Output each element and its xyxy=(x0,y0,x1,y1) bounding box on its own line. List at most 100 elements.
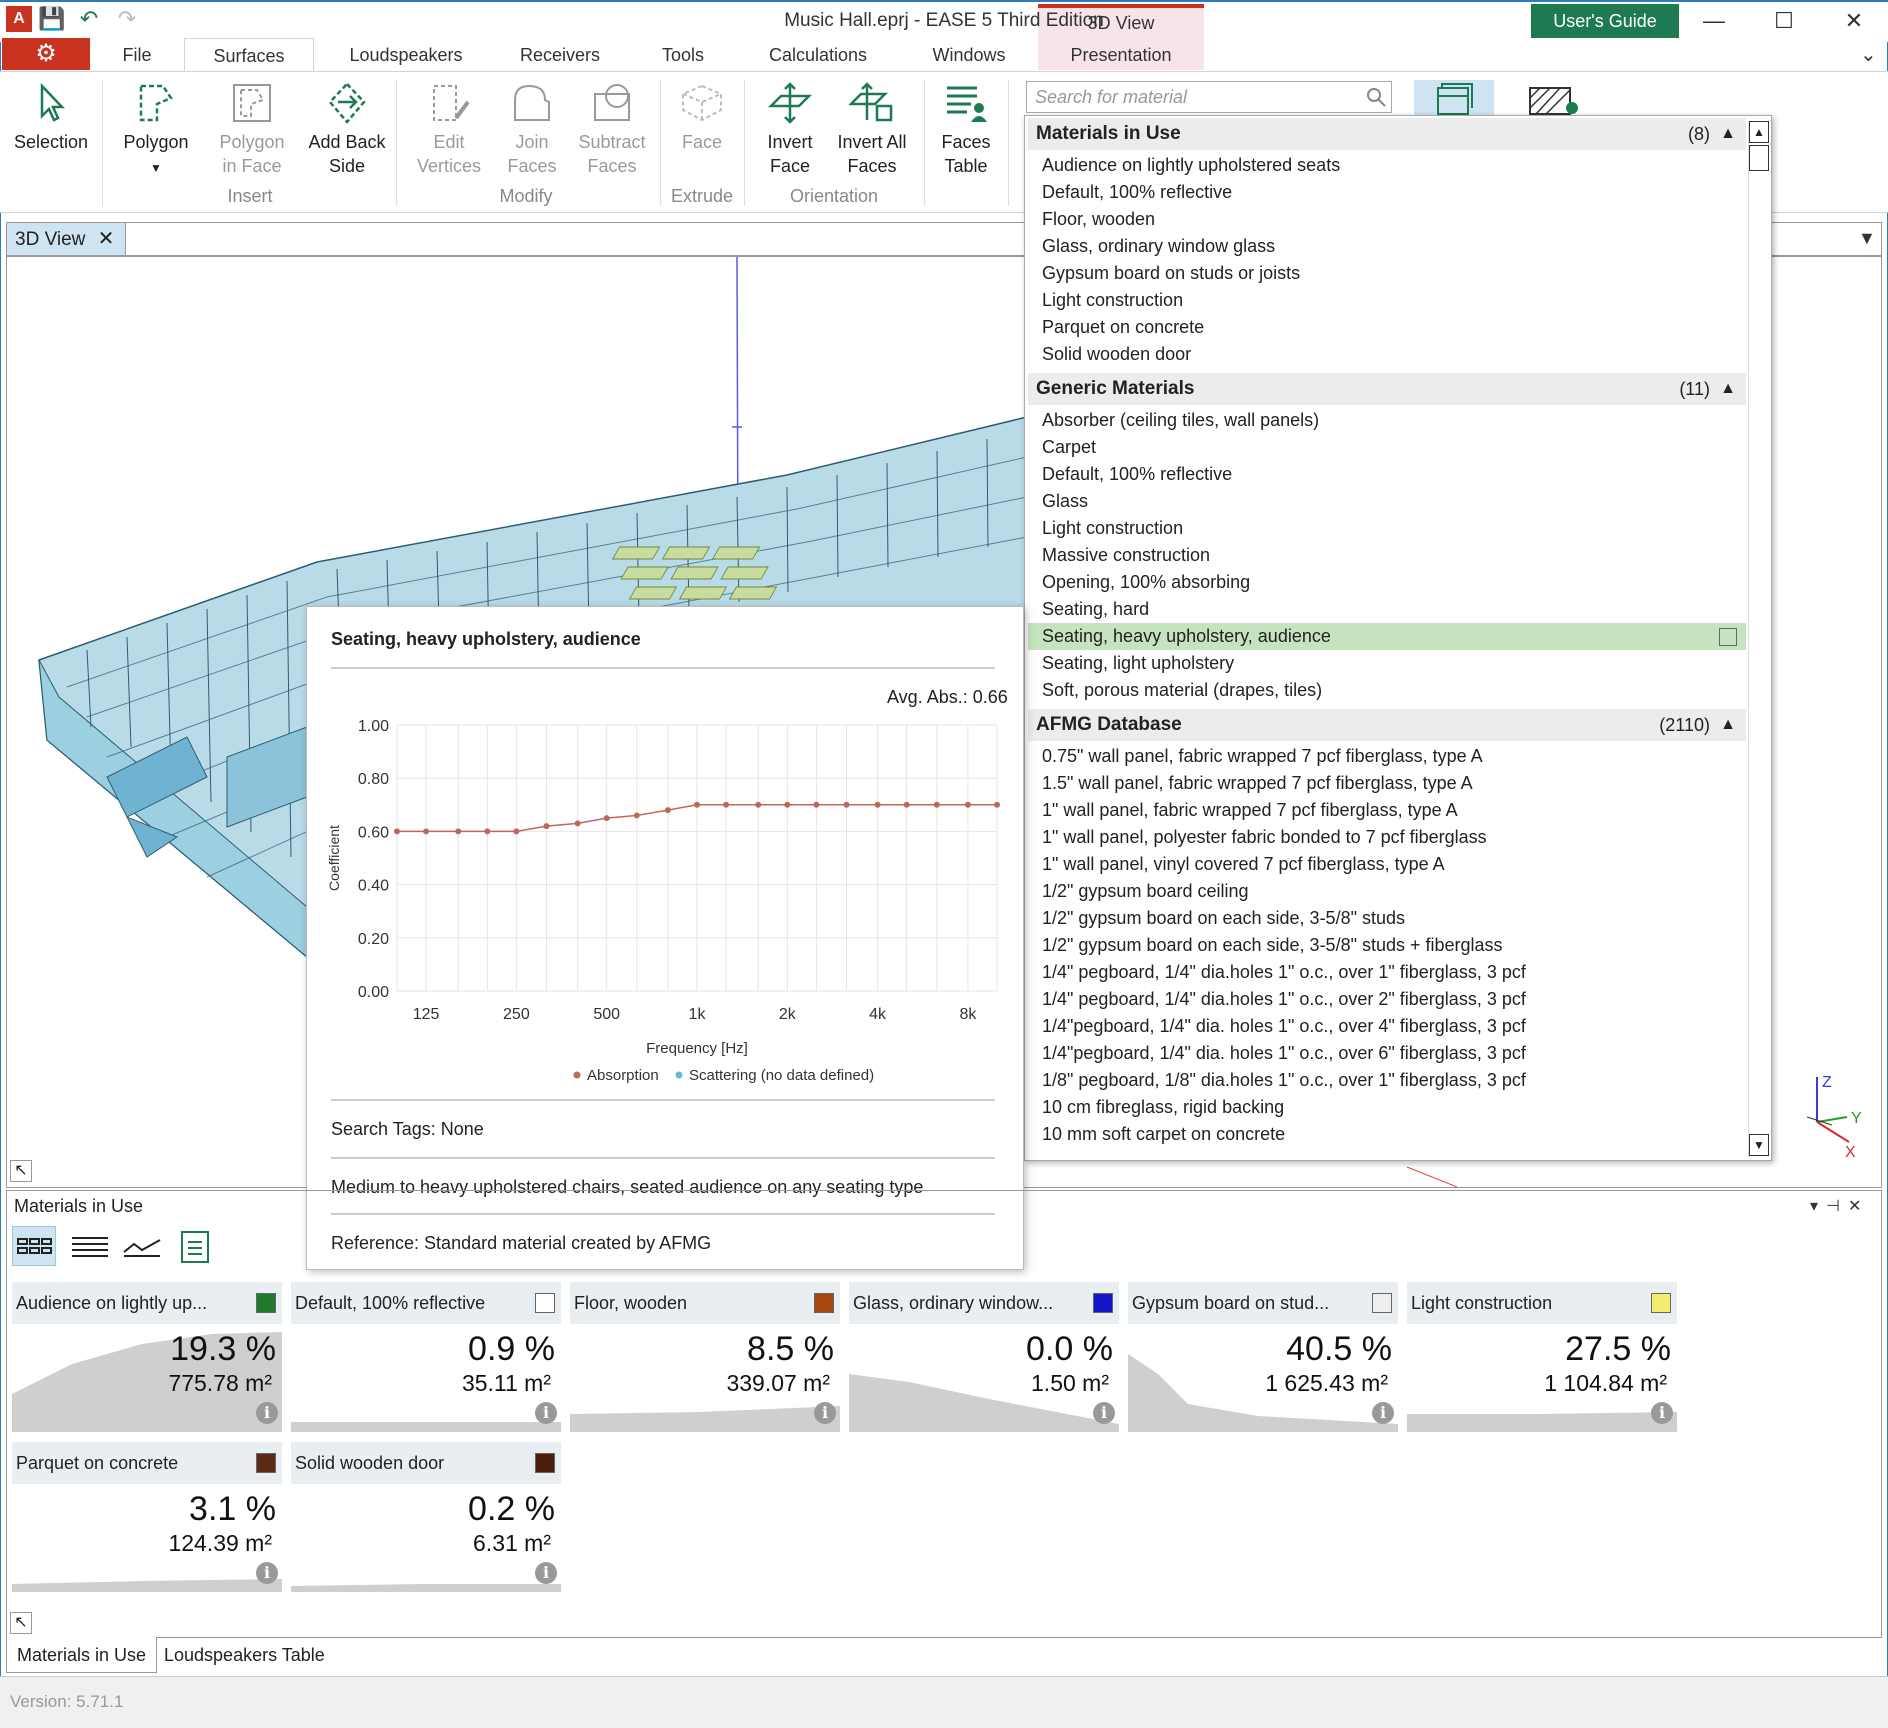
info-icon[interactable]: i xyxy=(535,1402,557,1424)
material-card[interactable]: Parquet on concrete 3.1 % 124.39 m² i xyxy=(12,1442,282,1592)
app-logo-icon[interactable]: A xyxy=(6,6,32,32)
add-back-side-button[interactable]: Add Back Side xyxy=(302,80,392,178)
polygon-in-face-button[interactable]: Polygon in Face xyxy=(206,80,298,178)
material-list-item[interactable]: Opening, 100% absorbing xyxy=(1028,569,1746,596)
material-card[interactable]: Light construction 27.5 % 1 104.84 m² i xyxy=(1407,1282,1677,1432)
panel-controls-icon[interactable]: ▾⊣✕ xyxy=(1810,1196,1869,1216)
panel-cursor-icon[interactable]: ↖ xyxy=(10,1612,32,1634)
collapse-arrow-icon[interactable]: ▲ xyxy=(1720,373,1736,405)
extrude-face-button[interactable]: Face xyxy=(668,80,736,154)
invert-face-button[interactable]: Invert Face xyxy=(752,80,828,178)
material-card[interactable]: Default, 100% reflective 0.9 % 35.11 m² i xyxy=(291,1282,561,1432)
close-button[interactable]: ✕ xyxy=(1826,4,1882,38)
clipboard-button[interactable] xyxy=(174,1226,218,1266)
section-materials-in-use[interactable]: Materials in Use (8) ▲ xyxy=(1028,118,1746,150)
collapse-ribbon-icon[interactable]: ⌄ xyxy=(1860,42,1877,67)
material-list-item[interactable]: 1/2" gypsum board on each side, 3-5/8" s… xyxy=(1028,932,1746,959)
material-list-item[interactable]: 1/4" pegboard, 1/4" dia.holes 1" o.c., o… xyxy=(1028,959,1746,986)
material-list-item[interactable]: Soft, porous material (drapes, tiles) xyxy=(1028,677,1746,704)
invert-all-faces-button[interactable]: Invert All Faces xyxy=(828,80,916,178)
material-list-item[interactable]: Default, 100% reflective xyxy=(1028,461,1746,488)
tab-calculations[interactable]: Calculations xyxy=(756,38,880,72)
material-list-item[interactable]: Massive construction xyxy=(1028,542,1746,569)
material-card[interactable]: Gypsum board on stud... 40.5 % 1 625.43 m²… xyxy=(1128,1282,1398,1432)
material-card[interactable]: Floor, wooden 8.5 % 339.07 m² i xyxy=(570,1282,840,1432)
tab-surfaces[interactable]: Surfaces xyxy=(184,38,314,72)
list-view-button[interactable] xyxy=(68,1226,112,1266)
collapse-arrow-icon[interactable]: ▲ xyxy=(1720,709,1736,741)
material-list-item[interactable]: 1" wall panel, fabric wrapped 7 pcf fibe… xyxy=(1028,797,1746,824)
material-color-swatch[interactable] xyxy=(1093,1293,1113,1313)
material-color-swatch[interactable] xyxy=(256,1293,276,1313)
users-guide-button[interactable]: User's Guide xyxy=(1531,4,1679,38)
info-icon[interactable]: i xyxy=(535,1562,557,1584)
material-list-item[interactable]: 1/4"pegboard, 1/4" dia. holes 1" o.c., o… xyxy=(1028,1040,1746,1067)
material-list-item[interactable]: Glass xyxy=(1028,488,1746,515)
document-menu-icon[interactable]: ▼ xyxy=(1858,228,1876,249)
material-list-item[interactable]: Seating, hard xyxy=(1028,596,1746,623)
material-color-swatch[interactable] xyxy=(535,1293,555,1313)
material-list-item[interactable]: 10 cm fibreglass, rigid backing xyxy=(1028,1094,1746,1121)
material-color-swatch[interactable] xyxy=(814,1293,834,1313)
material-list-item[interactable]: 1/8" pegboard, 1/8" dia.holes 1" o.c., o… xyxy=(1028,1067,1746,1094)
info-icon[interactable]: i xyxy=(1372,1402,1394,1424)
material-list-item[interactable]: Light construction xyxy=(1028,287,1746,314)
polygon-button[interactable]: Polygon ▼ xyxy=(112,80,200,180)
material-list-item[interactable]: 0.75" wall panel, fabric wrapped 7 pcf f… xyxy=(1028,743,1746,770)
material-search-input[interactable] xyxy=(1026,81,1392,113)
save-icon[interactable]: 💾 xyxy=(38,6,65,32)
section-afmg-database[interactable]: AFMG Database (2110) ▲ xyxy=(1028,709,1746,741)
material-list-item[interactable]: 1" wall panel, polyester fabric bonded t… xyxy=(1028,824,1746,851)
close-icon[interactable]: ✕ xyxy=(94,222,118,256)
graph-view-button[interactable] xyxy=(120,1226,164,1266)
material-list-item[interactable]: 1/4"pegboard, 1/4" dia. holes 1" o.c., o… xyxy=(1028,1013,1746,1040)
faces-table-button[interactable]: Faces Table xyxy=(930,80,1002,178)
selection-button[interactable]: Selection xyxy=(8,80,94,154)
section-generic-materials[interactable]: Generic Materials (11) ▲ xyxy=(1028,373,1746,405)
material-card[interactable]: Audience on lightly up... 19.3 % 775.78 m²… xyxy=(12,1282,282,1432)
edit-vertices-button[interactable]: Edit Vertices xyxy=(404,80,494,178)
info-icon[interactable]: i xyxy=(1093,1402,1115,1424)
material-list-item[interactable]: Light construction xyxy=(1028,515,1746,542)
material-list-item[interactable]: 1/2" gypsum board on each side, 3-5/8" s… xyxy=(1028,905,1746,932)
scroll-down-button[interactable]: ▼ xyxy=(1749,1134,1769,1156)
collapse-arrow-icon[interactable]: ▲ xyxy=(1720,118,1736,150)
material-card[interactable]: Solid wooden door 0.2 % 6.31 m² i xyxy=(291,1442,561,1592)
material-color-swatch[interactable] xyxy=(1651,1293,1671,1313)
info-icon[interactable]: i xyxy=(1651,1402,1673,1424)
tab-materials-in-use[interactable]: Materials in Use xyxy=(6,1637,158,1673)
tab-file[interactable]: File xyxy=(104,38,170,72)
tab-windows[interactable]: Windows xyxy=(918,38,1020,72)
material-list-item[interactable]: Parquet on concrete xyxy=(1028,314,1746,341)
join-faces-button[interactable]: Join Faces xyxy=(492,80,572,178)
material-list-item[interactable]: Default, 100% reflective xyxy=(1028,179,1746,206)
tile-view-button[interactable] xyxy=(12,1226,56,1266)
material-list-scrollbar[interactable] xyxy=(1748,121,1770,1157)
tab-loudspeakers-table[interactable]: Loudspeakers Table xyxy=(154,1637,335,1673)
material-list-item[interactable]: Solid wooden door xyxy=(1028,341,1746,368)
material-card[interactable]: Glass, ordinary window... 0.0 % 1.50 m² i xyxy=(849,1282,1119,1432)
assign-material-button[interactable] xyxy=(1520,80,1600,116)
material-color-swatch[interactable] xyxy=(535,1453,555,1473)
tab-loudspeakers[interactable]: Loudspeakers xyxy=(330,38,482,72)
material-list-item[interactable]: 1/4" pegboard, 1/4" dia.holes 1" o.c., o… xyxy=(1028,986,1746,1013)
info-icon[interactable]: i xyxy=(256,1402,278,1424)
undo-icon[interactable]: ↶ xyxy=(76,6,102,32)
material-list-item[interactable]: Carpet xyxy=(1028,434,1746,461)
material-list-item[interactable]: Gypsum board on studs or joists xyxy=(1028,260,1746,287)
tab-presentation[interactable]: Presentation xyxy=(1050,38,1192,72)
info-icon[interactable]: i xyxy=(814,1402,836,1424)
material-list-item[interactable]: Seating, light upholstery xyxy=(1028,650,1746,677)
material-list-item[interactable]: 10 mm soft carpet on concrete xyxy=(1028,1121,1746,1148)
settings-gear-icon[interactable]: ⚙ xyxy=(2,38,90,70)
tab-tools[interactable]: Tools xyxy=(644,38,722,72)
info-icon[interactable]: i xyxy=(256,1562,278,1584)
redo-icon[interactable]: ↷ xyxy=(114,6,140,32)
subtract-faces-button[interactable]: Subtract Faces xyxy=(570,80,654,178)
scroll-thumb[interactable] xyxy=(1749,145,1769,171)
material-preview-icon[interactable] xyxy=(1719,628,1737,646)
maximize-button[interactable]: ☐ xyxy=(1756,4,1812,38)
material-list-item[interactable]: Absorber (ceiling tiles, wall panels) xyxy=(1028,407,1746,434)
material-view-toggle-button[interactable] xyxy=(1414,80,1494,116)
scroll-up-button[interactable]: ▲ xyxy=(1749,121,1769,143)
